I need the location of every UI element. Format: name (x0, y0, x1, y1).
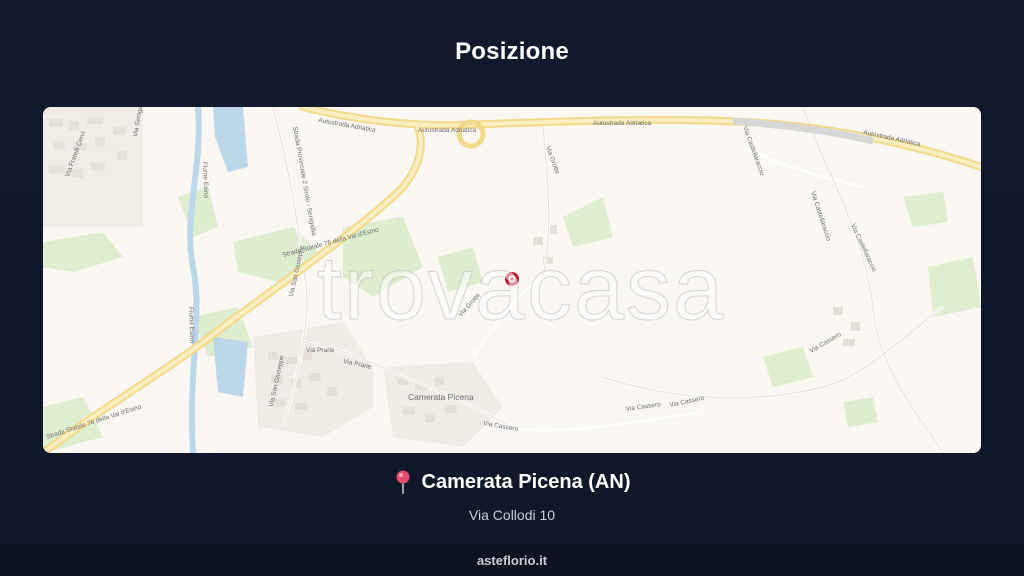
round-pushpin-icon (394, 470, 412, 494)
footer: asteflorio.it (0, 544, 1024, 576)
map[interactable]: Autostrada Adriatica Autostrada Adriatic… (43, 107, 981, 453)
map-marker-icon[interactable] (503, 270, 521, 288)
footer-site[interactable]: asteflorio.it (477, 553, 547, 568)
map-label-autostrada-3: Autostrada Adriatica (593, 120, 652, 127)
map-label-camerata-picena: Camerata Picena (408, 392, 474, 402)
location-block: Camerata Picena (AN) Via Collodi 10 (0, 470, 1024, 523)
map-label-via-prarie: Via Prarie (306, 347, 335, 354)
location-address: Via Collodi 10 (468, 507, 556, 523)
location-city: Camerata Picena (AN) (421, 470, 631, 493)
map-label-autostrada-2: Autostrada Adriatica (418, 127, 477, 134)
map-canvas[interactable]: Autostrada Adriatica Autostrada Adriatic… (43, 107, 981, 453)
page: Posizione Autostrada Adriatica Autostrad… (0, 0, 1024, 576)
map-label-fiume-esino: Fiume Esino (201, 162, 209, 199)
map-label-fiume-esino-2: Fiume Esino (187, 307, 195, 344)
page-title: Posizione (455, 38, 569, 65)
location-line: Camerata Picena (AN) (394, 470, 631, 494)
